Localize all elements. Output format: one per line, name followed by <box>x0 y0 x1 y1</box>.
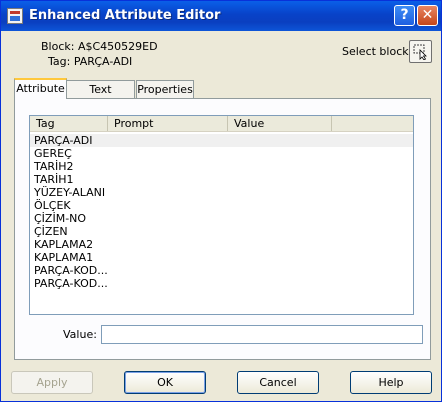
table-row[interactable]: YÜZEY-ALANI <box>30 186 413 199</box>
tab-attribute[interactable]: Attribute <box>14 78 67 99</box>
attribute-list[interactable]: Tag Prompt Value PARÇA-ADI GEREÇ TARİH2 … <box>29 115 414 315</box>
title-bar[interactable]: Enhanced Attribute Editor ? ✕ <box>1 1 441 31</box>
column-header-tag[interactable]: Tag <box>30 116 108 131</box>
select-objects-icon <box>413 44 427 60</box>
table-row[interactable]: KAPLAMA1 <box>30 251 413 264</box>
close-button[interactable]: ✕ <box>417 5 438 26</box>
table-row[interactable]: PARÇA-KOD... <box>30 277 413 290</box>
table-row[interactable]: GEREÇ <box>30 147 413 160</box>
tab-text-options[interactable]: Text Options <box>66 80 135 113</box>
table-row[interactable]: TARİH2 <box>30 160 413 173</box>
list-rows: PARÇA-ADI GEREÇ TARİH2 TARİH1 YÜZEY-ALAN… <box>30 134 413 290</box>
attribute-editor-window: Enhanced Attribute Editor ? ✕ Block: A$C… <box>0 0 442 402</box>
table-row[interactable]: ÖLÇEK <box>30 199 413 212</box>
column-header-value[interactable]: Value <box>228 116 332 131</box>
list-header: Tag Prompt Value <box>30 116 413 132</box>
value-input[interactable] <box>101 325 423 344</box>
tag-name-label: Tag: PARÇA-ADI <box>48 55 133 68</box>
select-block-label: Select block <box>342 45 409 58</box>
block-name-label: Block: A$C450529ED <box>41 40 158 53</box>
table-row[interactable]: ÇİZİM-NO <box>30 212 413 225</box>
help-button[interactable]: Help <box>350 371 432 394</box>
table-row[interactable]: TARİH1 <box>30 173 413 186</box>
attribute-tab-panel: Tag Prompt Value PARÇA-ADI GEREÇ TARİH2 … <box>14 98 431 360</box>
table-row[interactable]: PARÇA-KOD... <box>30 264 413 277</box>
select-block-button[interactable] <box>409 40 432 63</box>
app-icon <box>7 8 23 24</box>
apply-button[interactable]: Apply <box>11 371 93 394</box>
column-header-prompt[interactable]: Prompt <box>108 116 228 131</box>
help-title-button[interactable]: ? <box>394 5 415 26</box>
table-row[interactable]: KAPLAMA2 <box>30 238 413 251</box>
table-row[interactable]: PARÇA-ADI <box>30 134 413 147</box>
value-label: Value: <box>63 328 97 341</box>
table-row[interactable]: ÇİZEN <box>30 225 413 238</box>
cancel-button[interactable]: Cancel <box>237 371 319 394</box>
tab-properties[interactable]: Properties <box>136 80 194 98</box>
window-title: Enhanced Attribute Editor <box>29 8 221 23</box>
ok-button[interactable]: OK <box>124 371 206 394</box>
